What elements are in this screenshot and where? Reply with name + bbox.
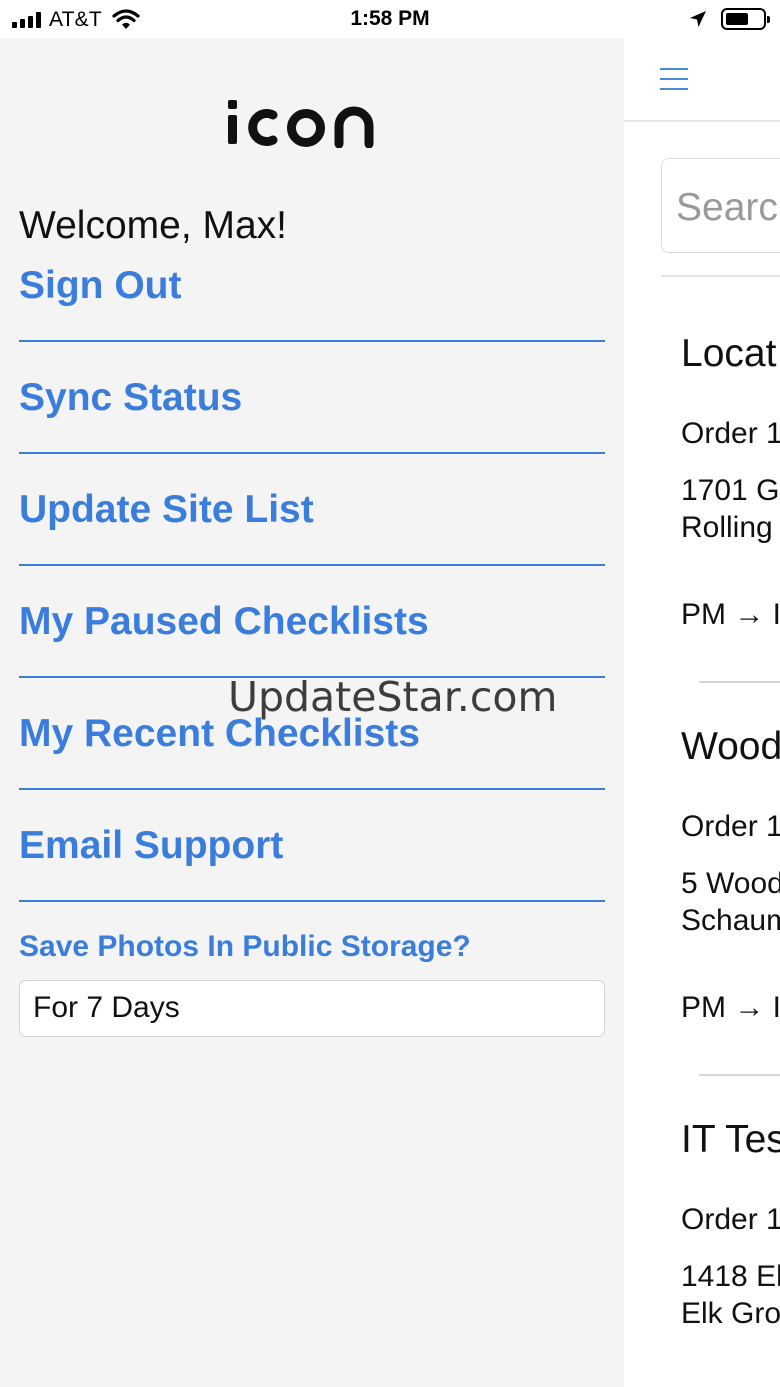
status-bar: AT&T 1:58 PM bbox=[0, 0, 780, 38]
menu-divider bbox=[19, 900, 605, 902]
location-order: Order 1 bbox=[681, 417, 780, 450]
status-right bbox=[689, 8, 770, 30]
my-recent-checklists-link[interactable]: My Recent Checklists bbox=[19, 712, 605, 756]
battery-icon bbox=[721, 8, 770, 30]
location-title: Locat bbox=[681, 332, 777, 375]
location-address-line2: Schaum bbox=[681, 904, 780, 937]
battery-level-fill bbox=[726, 13, 748, 25]
email-support-link[interactable]: Email Support bbox=[19, 824, 605, 868]
location-divider bbox=[699, 1074, 780, 1076]
storage-duration-select[interactable]: For 7 Days bbox=[19, 980, 605, 1037]
menu-divider bbox=[19, 676, 605, 678]
icon-logo bbox=[228, 100, 374, 148]
location-title: IT Tes bbox=[681, 1118, 780, 1161]
location-order: Order 1 bbox=[681, 1203, 780, 1236]
sign-out-link[interactable]: Sign Out bbox=[19, 264, 605, 308]
update-site-list-link[interactable]: Update Site List bbox=[19, 488, 605, 532]
location-address-line1: 5 Wood bbox=[681, 867, 780, 900]
sync-status-link[interactable]: Sync Status bbox=[19, 376, 605, 420]
main-header bbox=[624, 38, 780, 122]
hamburger-menu-icon[interactable] bbox=[660, 68, 688, 90]
location-address-line1: 1701 Go bbox=[681, 474, 780, 507]
my-paused-checklists-link[interactable]: My Paused Checklists bbox=[19, 600, 605, 644]
location-divider bbox=[699, 681, 780, 683]
menu-divider bbox=[19, 564, 605, 566]
menu-divider bbox=[19, 788, 605, 790]
location-address-line1: 1418 El bbox=[681, 1260, 780, 1293]
menu-divider bbox=[19, 340, 605, 342]
location-address-line2: Elk Gro bbox=[681, 1297, 780, 1330]
search-input[interactable]: Search bbox=[661, 158, 780, 253]
search-divider bbox=[661, 275, 780, 277]
location-schedule: PM → I bbox=[681, 598, 780, 631]
save-photos-label: Save Photos In Public Storage? bbox=[19, 930, 471, 963]
welcome-message: Welcome, Max! bbox=[19, 204, 288, 247]
location-schedule: PM → I bbox=[681, 991, 780, 1024]
location-address-line2: Rolling bbox=[681, 511, 773, 544]
location-arrow-icon bbox=[690, 11, 706, 27]
menu-divider bbox=[19, 452, 605, 454]
location-title: Wood bbox=[681, 725, 780, 768]
side-menu: Welcome, Max! Sign Out Sync Status Updat… bbox=[0, 38, 624, 1387]
location-order: Order 1 bbox=[681, 810, 780, 843]
clock: 1:58 PM bbox=[350, 7, 430, 30]
